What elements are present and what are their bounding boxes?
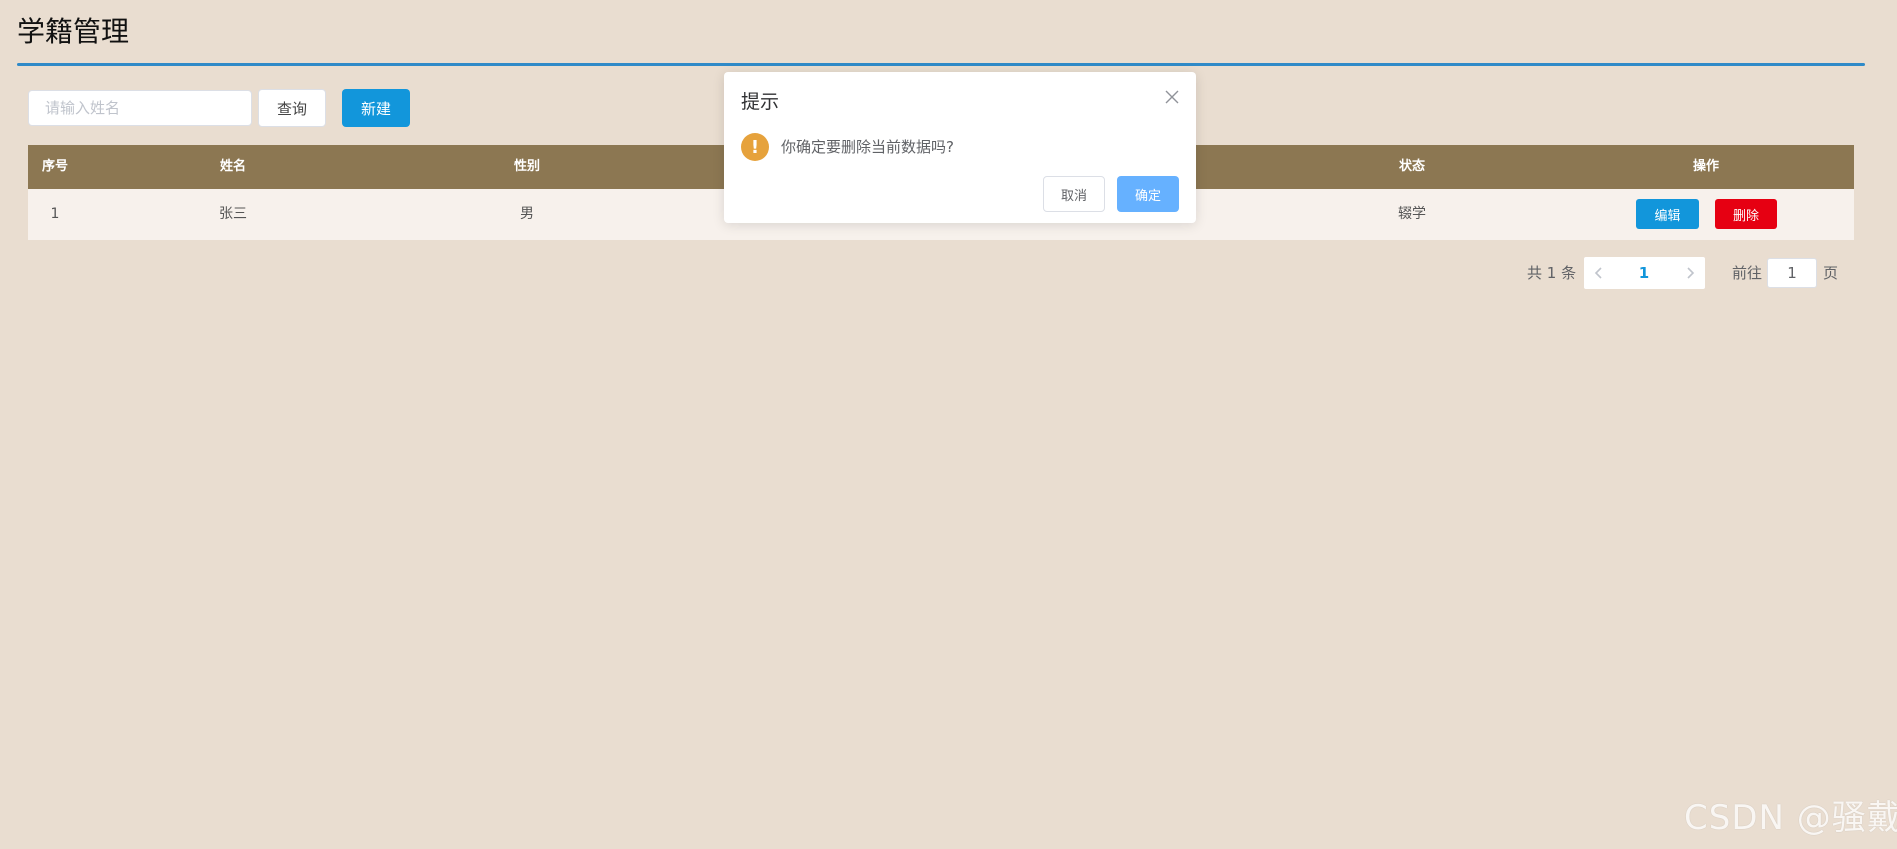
confirm-button[interactable]: 确定 — [1117, 176, 1179, 212]
watermark: CSDN @骚戴 — [1684, 798, 1897, 838]
column-header-actions: 操作 — [1692, 159, 1720, 174]
dialog-message: 你确定要删除当前数据吗? — [781, 138, 954, 156]
cell-name: 张三 — [219, 206, 247, 222]
page-jump-input[interactable] — [1767, 258, 1817, 288]
dialog-title: 提示 — [741, 91, 780, 113]
page-title: 学籍管理 — [17, 15, 130, 48]
warning-icon: ! — [741, 133, 769, 161]
pagination-total: 共 1 条 — [1527, 264, 1577, 282]
column-header-status: 状态 — [1398, 159, 1426, 174]
query-button[interactable]: 查询 — [258, 89, 326, 127]
column-header-name: 姓名 — [219, 159, 247, 174]
edit-button[interactable]: 编辑 — [1636, 199, 1699, 229]
column-header-gender: 性别 — [513, 159, 541, 174]
chevron-right-icon[interactable] — [1675, 257, 1705, 289]
cancel-button[interactable]: 取消 — [1043, 176, 1105, 212]
chevron-left-icon[interactable] — [1584, 257, 1614, 289]
delete-button[interactable]: 删除 — [1715, 199, 1777, 229]
pagination-goto-label: 前往 — [1732, 264, 1763, 282]
confirm-dialog: 提示 ! 你确定要删除当前数据吗? 取消 确定 — [724, 72, 1196, 223]
cell-status: 辍学 — [1398, 206, 1426, 222]
column-header-index: 序号 — [41, 159, 69, 174]
cell-gender: 男 — [520, 206, 534, 222]
pagination-pager: 1 — [1584, 257, 1705, 289]
pagination-unit-label: 页 — [1823, 264, 1839, 282]
page-number-current[interactable]: 1 — [1629, 257, 1659, 289]
title-divider — [17, 63, 1865, 66]
new-button[interactable]: 新建 — [342, 89, 410, 127]
cell-index: 1 — [50, 206, 60, 222]
search-input[interactable] — [28, 90, 252, 126]
close-icon[interactable] — [1161, 86, 1183, 108]
